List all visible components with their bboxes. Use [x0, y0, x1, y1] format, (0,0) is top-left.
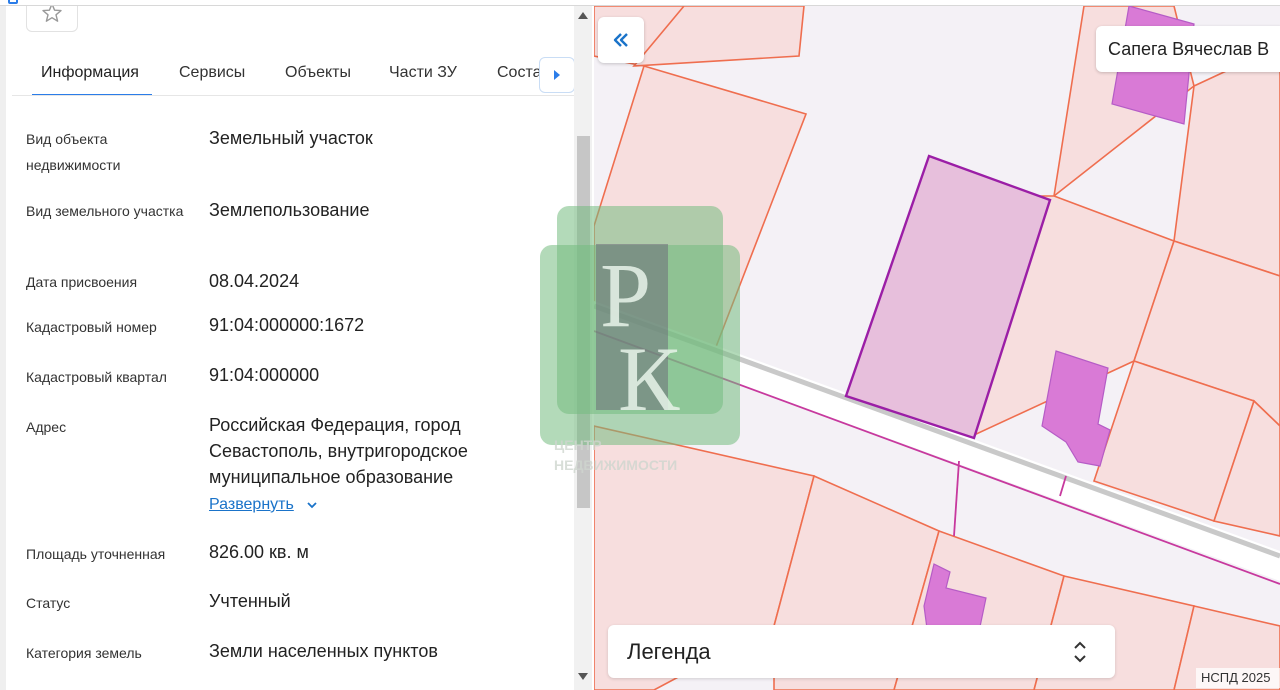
- land-type-value: Землепользование: [209, 200, 370, 220]
- tab-bar: Информация Сервисы Объекты Части ЗУ Сост…: [12, 50, 576, 96]
- assigned-date-value: 08.04.2024: [209, 271, 300, 291]
- info-panel: Информация Сервисы Объекты Части ЗУ Сост…: [0, 0, 594, 690]
- collapse-panel-button[interactable]: [598, 17, 644, 63]
- object-type-label: Вид объекта недвижимости: [26, 131, 121, 173]
- tab-info[interactable]: Информация: [32, 50, 152, 95]
- land-type-label: Вид земельного участка: [26, 203, 184, 219]
- tab-parts[interactable]: Части ЗУ: [380, 50, 466, 95]
- tab-scroll-next-button[interactable]: [539, 57, 575, 93]
- checkbox-icon: [8, 0, 18, 4]
- cadastral-map[interactable]: [594, 6, 1280, 690]
- cadastral-quarter-label: Кадастровый квартал: [26, 369, 167, 385]
- area-value: 826.00 кв. м: [209, 542, 309, 562]
- map-building[interactable]: [1041, 350, 1111, 467]
- area-label: Площадь уточненная: [26, 546, 166, 562]
- scroll-down-arrow[interactable]: [578, 673, 588, 680]
- cadastral-number-label: Кадастровый номер: [26, 319, 157, 335]
- expand-link-label: Развернуть: [209, 496, 294, 513]
- land-category-label: Категория земель: [26, 645, 142, 661]
- panel-scrollbar-thumb[interactable]: [577, 136, 590, 508]
- app-window: Информация Сервисы Объекты Части ЗУ Сост…: [0, 0, 1280, 690]
- cadastral-number-value: 91:04:000000:1672: [209, 315, 365, 335]
- scroll-up-arrow[interactable]: [578, 12, 588, 19]
- object-type-value: Земельный участок: [209, 128, 373, 148]
- address-label: Адрес: [26, 419, 67, 435]
- legend-title: Легенда: [627, 639, 711, 664]
- updown-chevron-icon[interactable]: [1072, 639, 1088, 665]
- land-category-value: Земли населенных пунктов: [209, 641, 438, 661]
- address-value: Российская Федерация, город Севастополь,…: [209, 415, 468, 487]
- map-parcel[interactable]: [594, 65, 808, 354]
- assigned-date-label: Дата присвоения: [26, 274, 138, 290]
- expand-address-link[interactable]: Развернуть: [209, 496, 318, 514]
- owner-name-box[interactable]: Сапега Вячеслав В: [1096, 26, 1280, 72]
- double-chevron-left-icon: [613, 33, 628, 47]
- browser-top-strip: [0, 0, 1280, 6]
- map-attribution: НСПД 2025: [1196, 668, 1280, 688]
- legend-panel[interactable]: Легенда: [608, 625, 1115, 678]
- tab-services[interactable]: Сервисы: [170, 50, 254, 95]
- status-value: Учтенный: [209, 591, 291, 611]
- cadastral-quarter-value: 91:04:000000: [209, 365, 320, 385]
- tab-objects[interactable]: Объекты: [276, 50, 360, 95]
- map-canvas[interactable]: [594, 6, 1280, 690]
- chevron-right-icon: [554, 70, 560, 80]
- chevron-down-icon: [307, 502, 317, 509]
- status-label: Статус: [26, 595, 71, 611]
